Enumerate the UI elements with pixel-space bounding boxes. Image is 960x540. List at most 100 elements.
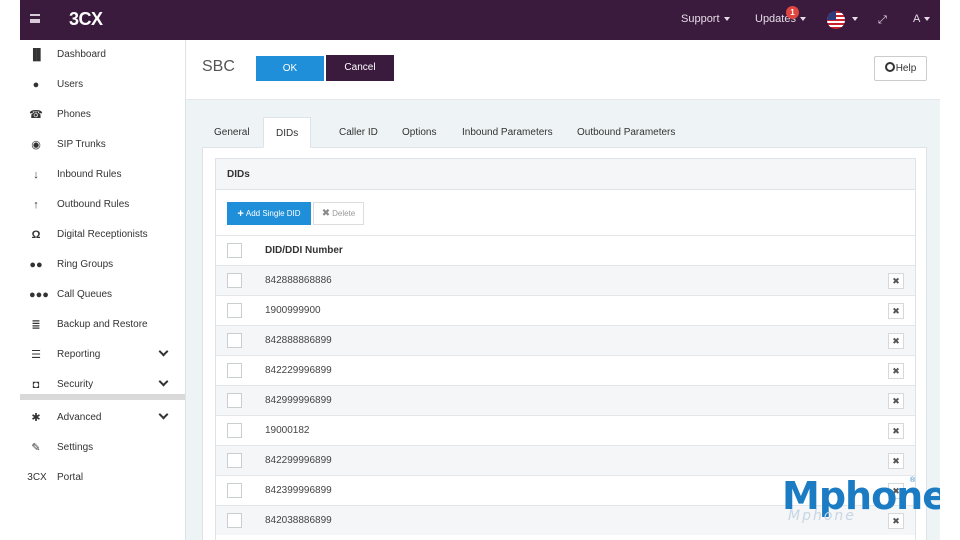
did-number: 842299996899: [265, 455, 332, 466]
cancel-button[interactable]: Cancel: [326, 55, 394, 81]
expand-icon[interactable]: ⤢: [878, 14, 887, 27]
sidebar-item-backup-and-restore[interactable]: ≣ Backup and Restore: [20, 310, 185, 340]
registered-mark: ®: [910, 477, 916, 484]
user-icon: ●: [32, 79, 40, 91]
app-logo[interactable]: 3CX: [69, 9, 103, 30]
remove-row-icon[interactable]: ✖: [888, 453, 904, 469]
row-checkbox[interactable]: [227, 273, 242, 288]
chevron-down-icon[interactable]: [158, 346, 169, 357]
sidebar-item-reporting[interactable]: ☰ Reporting: [20, 340, 185, 370]
chevron-down-icon: [799, 17, 806, 22]
sidebar-item-label: Portal: [57, 472, 84, 483]
language-menu-caret[interactable]: [848, 13, 858, 25]
close-icon: ✖: [321, 208, 331, 219]
sidebar-item-portal[interactable]: 3CX Portal: [20, 463, 185, 493]
hamburger-menu-icon[interactable]: [30, 14, 40, 23]
user-menu[interactable]: A: [913, 13, 931, 25]
plus-icon: +: [237, 208, 244, 220]
chevron-down-icon: [852, 17, 858, 22]
row-checkbox[interactable]: [227, 333, 242, 348]
row-checkbox[interactable]: [227, 453, 242, 468]
sidebar-item-advanced[interactable]: ✱ Advanced: [20, 403, 185, 433]
sidebar-item-inbound-rules[interactable]: ↓ Inbound Rules: [20, 160, 185, 190]
remove-row-icon[interactable]: ✖: [888, 333, 904, 349]
table-row: 842999996899 ✖: [216, 385, 915, 415]
3cx-icon: 3CX: [27, 472, 47, 483]
updates-count-badge: 1: [786, 6, 799, 19]
sidebar-item-label: Advanced: [57, 412, 102, 423]
sidebar-item-label: Call Queues: [57, 289, 113, 300]
tab-inbound-parameters[interactable]: Inbound Parameters: [450, 117, 565, 148]
chevron-down-icon[interactable]: [158, 409, 169, 420]
section-header: DIDs: [216, 159, 915, 190]
table-row: 1900999900 ✖: [216, 295, 915, 325]
us-flag-icon[interactable]: [827, 11, 845, 29]
sidebar-item-call-queues[interactable]: ●●● Call Queues: [20, 280, 185, 310]
list-icon: ☰: [31, 349, 41, 361]
row-checkbox[interactable]: [227, 513, 242, 528]
delete-label: Delete: [332, 209, 356, 218]
select-all-checkbox[interactable]: [227, 243, 242, 258]
did-number: 1900999900: [265, 305, 321, 316]
wrench-icon: ✎: [31, 442, 41, 454]
remove-row-icon[interactable]: ✖: [888, 423, 904, 439]
watermark-reflection: Mphone: [788, 508, 856, 524]
sidebar-item-label: SIP Trunks: [57, 139, 106, 150]
sidebar-item-dashboard[interactable]: ▐▌ Dashboard: [20, 40, 185, 70]
remove-row-icon[interactable]: ✖: [888, 363, 904, 379]
tab-bar: General DIDs Caller ID Options Inbound P…: [202, 117, 927, 148]
row-checkbox[interactable]: [227, 483, 242, 498]
sidebar-item-digital-receptionists[interactable]: Ω Digital Receptionists: [20, 220, 185, 250]
chevron-down-icon[interactable]: [158, 376, 169, 387]
sidebar-item-label: Backup and Restore: [57, 319, 148, 330]
support-menu[interactable]: Support: [681, 13, 730, 25]
table-row: 842888886899 ✖: [216, 325, 915, 355]
add-single-did-label: Add Single DID: [245, 209, 301, 218]
table-row: 19000182 ✖: [216, 415, 915, 445]
page-header: SBC OK Cancel Help: [186, 40, 940, 100]
sidebar-item-phones[interactable]: ☎ Phones: [20, 100, 185, 130]
delete-button[interactable]: ✖ Delete: [313, 202, 364, 225]
remove-row-icon[interactable]: ✖: [888, 273, 904, 289]
page-title: SBC: [202, 58, 235, 75]
add-single-did-button[interactable]: + Add Single DID: [227, 202, 311, 225]
row-checkbox[interactable]: [227, 393, 242, 408]
ok-button[interactable]: OK: [256, 56, 324, 81]
database-icon: ≣: [31, 319, 41, 331]
sidebar-item-label: Reporting: [57, 349, 101, 360]
chevron-down-icon: [924, 17, 931, 22]
did-number: 842038886899: [265, 515, 332, 526]
sidebar-item-label: Security: [57, 379, 94, 390]
table-row: 842888868886 ✖: [216, 265, 915, 295]
help-button[interactable]: Help: [874, 56, 927, 81]
sidebar-item-users[interactable]: ● Users: [20, 70, 185, 100]
shield-icon: ◘: [32, 379, 40, 391]
sidebar-item-label: Inbound Rules: [57, 169, 122, 180]
did-number: 842399996899: [265, 485, 332, 496]
sidebar-item-label: Dashboard: [57, 49, 106, 60]
tab-outbound-parameters[interactable]: Outbound Parameters: [565, 117, 687, 148]
sidebar-item-settings[interactable]: ✎ Settings: [20, 433, 185, 463]
tab-options[interactable]: Options: [390, 117, 448, 148]
row-checkbox[interactable]: [227, 303, 242, 318]
sidebar-item-label: Ring Groups: [57, 259, 114, 270]
sidebar-item-outbound-rules[interactable]: ↑ Outbound Rules: [20, 190, 185, 220]
queue-icon: ●●●: [29, 289, 49, 301]
headset-icon: Ω: [31, 229, 41, 241]
sidebar-divider: [20, 394, 185, 400]
sidebar-item-ring-groups[interactable]: ●● Ring Groups: [20, 250, 185, 280]
globe-icon: ◉: [31, 139, 41, 151]
sidebar-item-sip-trunks[interactable]: ◉ SIP Trunks: [20, 130, 185, 160]
tab-caller-id[interactable]: Caller ID: [327, 117, 390, 148]
remove-row-icon[interactable]: ✖: [888, 393, 904, 409]
cog-icon: ✱: [31, 412, 41, 424]
tab-general[interactable]: General: [202, 117, 262, 148]
row-checkbox[interactable]: [227, 423, 242, 438]
sidebar: ▐▌ Dashboard ● Users ☎ Phones ◉ SIP Trun…: [20, 40, 185, 540]
row-checkbox[interactable]: [227, 363, 242, 378]
tab-dids[interactable]: DIDs: [263, 117, 312, 148]
main-content: SBC OK Cancel Help General DIDs Caller I…: [185, 40, 940, 540]
remove-row-icon[interactable]: ✖: [888, 303, 904, 319]
sidebar-item-label: Phones: [57, 109, 91, 120]
did-number: 842999996899: [265, 395, 332, 406]
